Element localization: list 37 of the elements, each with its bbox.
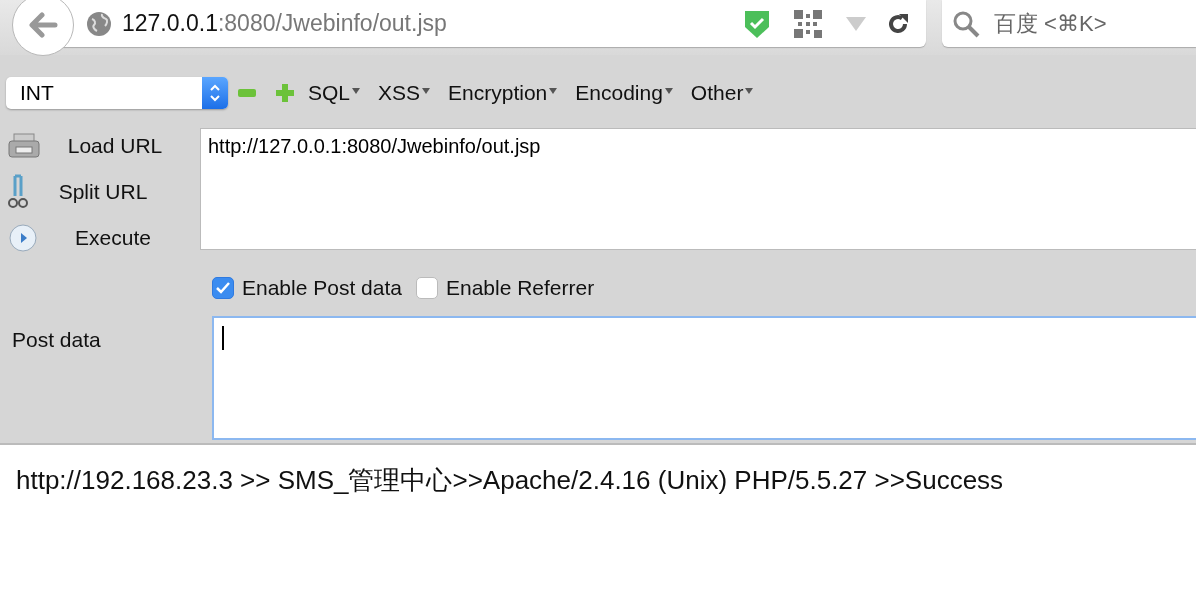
- caret-icon: [422, 88, 431, 94]
- action-button[interactable]: Execute: [8, 220, 200, 256]
- checkmark-icon: [216, 282, 230, 294]
- search-field[interactable]: 百度 <⌘K>: [942, 0, 1196, 47]
- shield-check-icon[interactable]: [744, 8, 770, 39]
- url-text: 127.0.0.1:8080/Jwebinfo/out.jsp: [122, 10, 448, 37]
- action-button[interactable]: Split URL: [8, 174, 200, 210]
- qr-code-icon[interactable]: [794, 9, 822, 38]
- url-field[interactable]: http://127.0.0.1:8080/Jwebinfo/out.jsp: [200, 128, 1196, 250]
- caret-icon: [352, 88, 361, 94]
- menu-button[interactable]: SQL: [304, 81, 365, 105]
- back-button[interactable]: [12, 0, 74, 56]
- menu-button[interactable]: Encryption: [444, 81, 562, 105]
- menu-button[interactable]: Encoding: [571, 81, 677, 105]
- globe-icon: [86, 10, 112, 37]
- minus-icon[interactable]: [238, 89, 256, 97]
- post-data-label: Post data: [11, 327, 102, 353]
- back-arrow-icon: [28, 12, 58, 38]
- checkbox-option[interactable]: Enable Referrer: [415, 276, 595, 300]
- response-text: http://192.168.23.3 >> SMS_管理中心>>Apache/2.4.16 (Unix) PHP/5.5.27 >>Success: [15, 464, 1005, 497]
- checkbox-option[interactable]: Enable Post data: [212, 276, 402, 300]
- action-button[interactable]: Load URL: [8, 128, 200, 164]
- scissors-icon: [8, 174, 28, 210]
- printer-icon: [8, 132, 40, 160]
- play-icon: [8, 223, 38, 253]
- dropdown-triangle-icon[interactable]: [846, 16, 866, 31]
- caret-icon: [549, 88, 558, 94]
- type-select[interactable]: INT: [6, 77, 228, 109]
- caret-icon: [745, 88, 754, 94]
- menu-button[interactable]: Other: [686, 81, 758, 105]
- post-data-field[interactable]: [212, 316, 1196, 440]
- menu-button[interactable]: XSS: [374, 81, 435, 105]
- search-icon: [952, 9, 980, 38]
- plus-icon[interactable]: [276, 84, 294, 102]
- chevrons-icon: [209, 83, 221, 103]
- reload-icon[interactable]: [886, 11, 910, 36]
- caret-icon: [664, 88, 673, 94]
